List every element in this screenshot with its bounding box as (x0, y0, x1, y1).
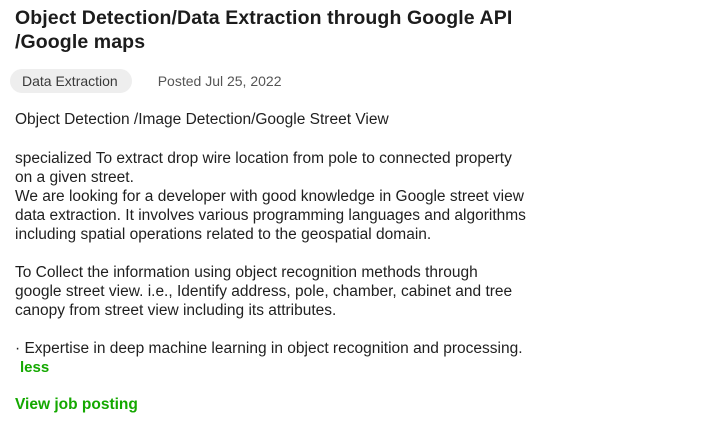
job-meta: Data Extraction Posted Jul 25, 2022 (10, 68, 687, 94)
job-title-line-1: Object Detection/Data Extraction through… (15, 7, 513, 29)
show-less-link[interactable]: less (20, 358, 49, 377)
description-line: We are looking for a developer with good… (15, 188, 524, 205)
description-line: canopy from street view including its at… (15, 302, 337, 319)
job-description: specialized To extract drop wire locatio… (15, 149, 687, 377)
description-paragraph: · Expertise in deep machine learning in … (15, 339, 687, 377)
job-title[interactable]: Object Detection/Data Extraction through… (15, 6, 687, 54)
description-line: specialized To extract drop wire locatio… (15, 150, 512, 167)
skill-tag[interactable]: Data Extraction (10, 69, 132, 93)
description-line: on a given street. (15, 169, 134, 186)
view-job-posting-link[interactable]: View job posting (15, 395, 138, 415)
description-paragraph: To Collect the information using object … (15, 263, 687, 320)
description-line: To Collect the information using object … (15, 264, 478, 281)
posted-date: Posted Jul 25, 2022 (157, 73, 282, 89)
job-card: Object Detection/Data Extraction through… (0, 0, 701, 423)
description-line: including spatial operations related to … (15, 226, 432, 243)
description-line: google street view. i.e., Identify addre… (15, 283, 513, 300)
description-paragraph: specialized To extract drop wire locatio… (15, 149, 687, 244)
description-line: · Expertise in deep machine learning in … (15, 340, 523, 357)
description-line: data extraction. It involves various pro… (15, 207, 526, 224)
job-subtitle: Object Detection /Image Detection/Google… (15, 111, 389, 128)
job-title-line-2: /Google maps (15, 31, 146, 53)
